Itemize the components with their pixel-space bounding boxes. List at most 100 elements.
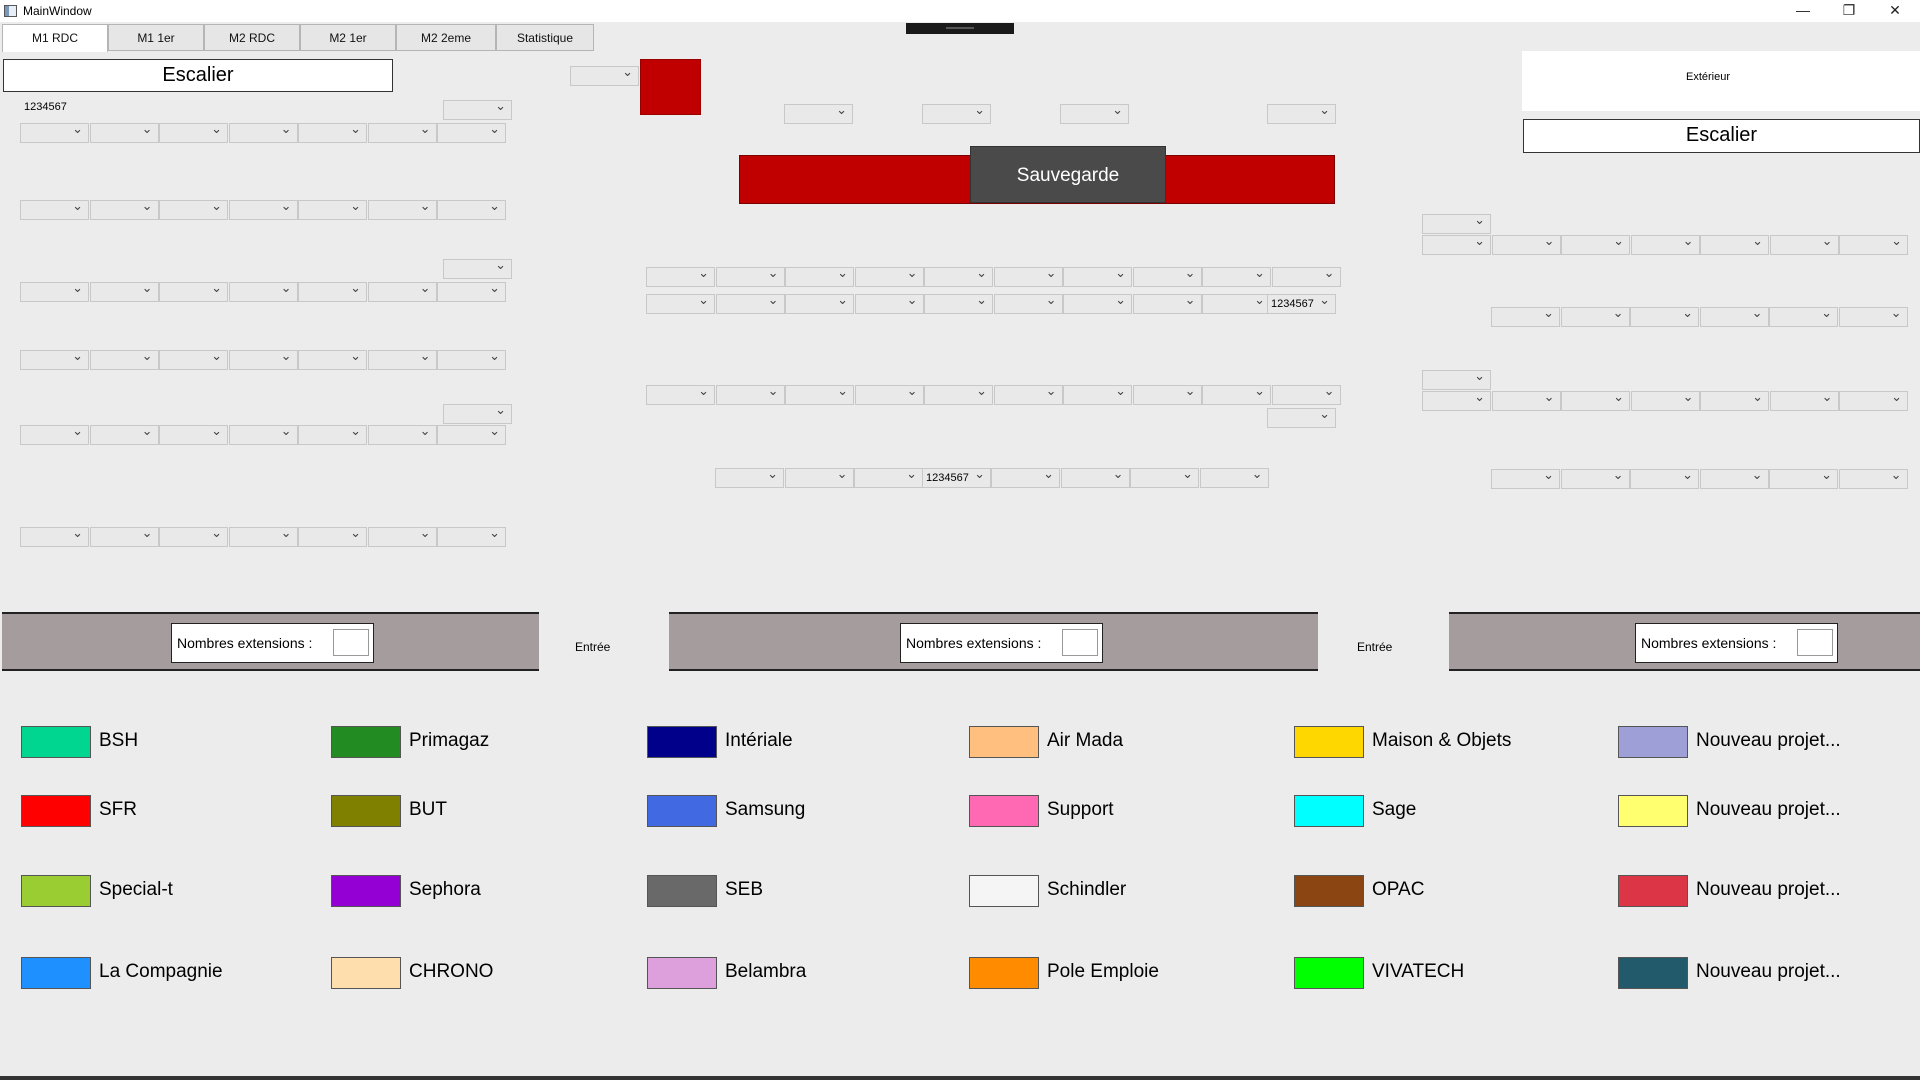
combo-box[interactable] [1132, 265, 1202, 287]
combo-with-value[interactable]: 1234567 [1267, 292, 1336, 314]
combo-box[interactable] [228, 280, 298, 302]
combo-box[interactable] [1630, 233, 1700, 255]
combo-box[interactable] [367, 423, 437, 445]
combo-box[interactable] [1271, 383, 1341, 405]
combo-box[interactable] [1422, 233, 1491, 255]
combo-box[interactable] [228, 423, 298, 445]
combo-box[interactable] [298, 525, 367, 547]
combo-box[interactable] [1063, 292, 1132, 314]
tab-m2-2eme[interactable]: M2 2eme [396, 24, 496, 51]
combo-box[interactable] [1769, 233, 1839, 255]
save-button[interactable]: Sauvegarde [970, 146, 1166, 203]
combo-box[interactable] [1769, 467, 1838, 489]
combo-box[interactable] [785, 383, 854, 405]
combo-box[interactable] [1202, 383, 1271, 405]
combo-box[interactable] [1063, 383, 1132, 405]
combo-box[interactable] [1199, 466, 1269, 488]
tab-m2-rdc[interactable]: M2 RDC [204, 24, 300, 51]
combo-box[interactable] [993, 292, 1063, 314]
combo-box[interactable] [367, 198, 437, 220]
combo-box[interactable] [1699, 305, 1769, 327]
combo-box[interactable] [993, 265, 1063, 287]
combo-box[interactable] [437, 423, 506, 445]
combo-box[interactable] [1060, 102, 1129, 124]
combo-box[interactable] [367, 280, 437, 302]
drag-handle[interactable] [906, 23, 1014, 34]
combo-box[interactable] [298, 280, 367, 302]
combo-box[interactable] [1560, 305, 1630, 327]
combo-box[interactable] [1630, 467, 1699, 489]
combo-box[interactable] [89, 280, 159, 302]
combo-box[interactable] [922, 102, 991, 124]
combo-box[interactable] [854, 265, 924, 287]
combo-box[interactable] [1267, 102, 1336, 124]
combo-box[interactable] [924, 383, 993, 405]
combo-box[interactable] [89, 423, 159, 445]
combo-box[interactable] [367, 348, 437, 370]
combo-box[interactable] [1202, 292, 1271, 314]
combo-box[interactable] [785, 292, 854, 314]
combo-box[interactable] [159, 121, 228, 143]
combo-box[interactable] [1060, 466, 1130, 488]
combo-box[interactable] [159, 348, 228, 370]
combo-box[interactable] [1271, 265, 1341, 287]
combo-box[interactable] [298, 348, 367, 370]
combo-box[interactable] [1491, 389, 1561, 411]
extensions-input[interactable] [1062, 629, 1098, 656]
combo-box[interactable] [159, 525, 228, 547]
combo-box[interactable] [1561, 233, 1630, 255]
combo-box[interactable] [1700, 389, 1769, 411]
combo-box[interactable] [1561, 389, 1630, 411]
tab-statistique[interactable]: Statistique [496, 24, 594, 51]
combo-box[interactable] [991, 466, 1060, 488]
combo-box[interactable] [437, 280, 506, 302]
maximize-button[interactable]: ❐ [1826, 0, 1872, 22]
combo-box[interactable] [854, 383, 924, 405]
combo-with-value[interactable]: 1234567 [922, 466, 991, 488]
combo-box[interactable] [437, 525, 506, 547]
combo-box[interactable] [646, 265, 715, 287]
combo-box[interactable] [1769, 389, 1839, 411]
combo-box[interactable] [646, 383, 715, 405]
tab-m2-1er[interactable]: M2 1er [300, 24, 396, 51]
tab-m1-1er[interactable]: M1 1er [108, 24, 204, 51]
color-indicator[interactable] [640, 59, 701, 115]
combo-box[interactable] [1132, 292, 1202, 314]
combo-box[interactable] [20, 423, 89, 445]
combo-box[interactable] [924, 265, 993, 287]
combo-box[interactable] [228, 348, 298, 370]
combo-box[interactable] [367, 121, 437, 143]
combo-box[interactable] [228, 525, 298, 547]
combo-box[interactable] [1491, 305, 1560, 327]
combo-box[interactable] [1630, 305, 1699, 327]
combo-box[interactable] [1699, 467, 1769, 489]
combo-box[interactable] [298, 121, 367, 143]
combo-box[interactable] [715, 265, 785, 287]
combo-box[interactable] [20, 348, 89, 370]
combo-box[interactable] [437, 198, 506, 220]
combo-box[interactable] [854, 292, 924, 314]
combo-box[interactable] [993, 383, 1063, 405]
minimize-button[interactable]: — [1780, 0, 1826, 22]
combo-box[interactable] [89, 525, 159, 547]
combo-box[interactable] [715, 292, 785, 314]
combo-box[interactable] [715, 383, 785, 405]
extensions-input[interactable] [333, 629, 369, 656]
combo-box[interactable] [784, 102, 853, 124]
combo-box[interactable] [20, 121, 89, 143]
combo-box[interactable] [1422, 212, 1491, 234]
combo-box[interactable] [1491, 467, 1560, 489]
combo-box[interactable] [443, 257, 512, 279]
tab-m1-rdc[interactable]: M1 RDC [2, 24, 108, 52]
extensions-input[interactable] [1797, 629, 1833, 656]
combo-box[interactable] [1063, 265, 1132, 287]
combo-box[interactable] [89, 348, 159, 370]
combo-box[interactable] [437, 121, 506, 143]
combo-box[interactable] [570, 64, 639, 86]
combo-box[interactable] [1700, 233, 1769, 255]
combo-box[interactable] [89, 121, 159, 143]
combo-box[interactable] [228, 121, 298, 143]
combo-box[interactable] [1839, 389, 1908, 411]
combo-box[interactable] [1267, 406, 1336, 428]
combo-box[interactable] [20, 280, 89, 302]
